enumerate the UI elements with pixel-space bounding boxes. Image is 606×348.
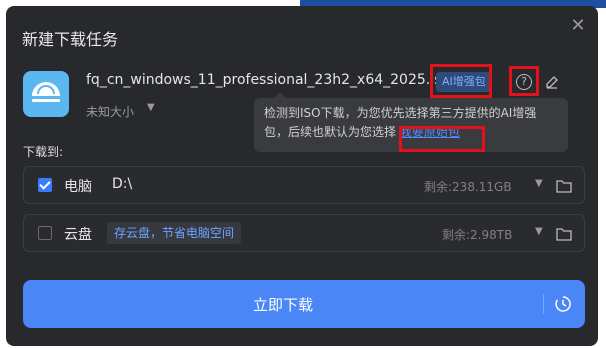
dialog-title: 新建下载任务 bbox=[22, 30, 119, 49]
download-now-label: 立即下载 bbox=[252, 296, 313, 314]
highlight-box-help bbox=[509, 66, 539, 96]
highlight-box-link bbox=[399, 126, 485, 152]
cloud-hint-badge: 存云盘，节省电脑空间 bbox=[107, 222, 242, 244]
new-download-dialog: 新建下载任务 ✕ fq_cn_windows_11_professional_2… bbox=[6, 6, 598, 346]
edit-icon[interactable] bbox=[545, 74, 559, 93]
cloud-free-space: 剩余:2.98TB bbox=[442, 228, 513, 242]
pc-free-space: 剩余:238.11GB bbox=[424, 180, 512, 194]
download-now-button[interactable]: 立即下载 bbox=[23, 280, 585, 328]
file-size-label: 未知大小 bbox=[86, 105, 135, 119]
pc-checkbox[interactable] bbox=[38, 178, 52, 192]
destination-row-pc[interactable]: 电脑 D:\ 剩余:238.11GB ▼ bbox=[23, 166, 585, 204]
pc-path[interactable]: D:\ bbox=[112, 176, 132, 192]
cloud-checkbox[interactable] bbox=[38, 226, 52, 240]
chevron-down-icon[interactable]: ▼ bbox=[535, 226, 543, 237]
folder-icon[interactable] bbox=[556, 226, 572, 245]
chevron-down-icon[interactable]: ▼ bbox=[535, 178, 543, 189]
disc-file-icon bbox=[23, 71, 69, 117]
schedule-clock-icon[interactable] bbox=[554, 295, 572, 317]
download-to-label: 下载到: bbox=[23, 145, 64, 159]
highlight-box-badge bbox=[430, 64, 492, 98]
chevron-down-icon[interactable]: ▼ bbox=[147, 102, 155, 113]
folder-icon[interactable] bbox=[556, 178, 572, 197]
cloud-label: 云盘 bbox=[64, 227, 92, 243]
destination-row-cloud[interactable]: 云盘 存云盘，节省电脑空间 剩余:2.98TB ▼ bbox=[23, 214, 585, 252]
button-divider bbox=[543, 294, 544, 314]
pc-label: 电脑 bbox=[64, 179, 92, 195]
close-icon[interactable]: ✕ bbox=[568, 16, 588, 36]
file-name[interactable]: fq_cn_windows_11_professional_23h2_x64_2… bbox=[86, 72, 450, 88]
